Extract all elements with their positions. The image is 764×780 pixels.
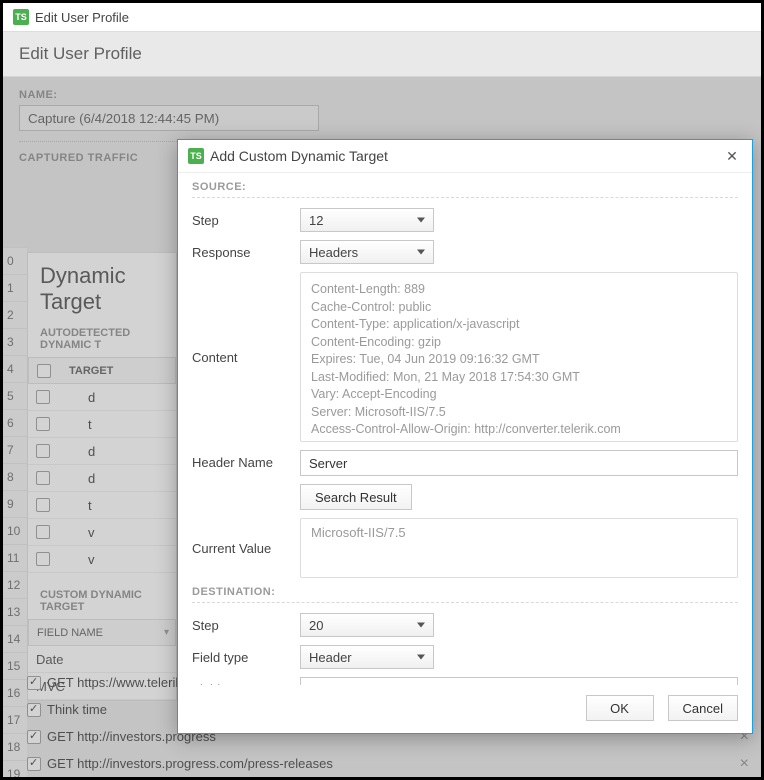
field-name-column-header[interactable]: FIELD NAME ▾ [29, 627, 175, 639]
step-num[interactable]: 10 [3, 517, 27, 544]
row-checkbox[interactable] [36, 444, 50, 458]
close-icon[interactable]: ✕ [722, 146, 742, 166]
header-name-label: Header Name [192, 450, 300, 474]
header-name-input[interactable] [300, 450, 738, 476]
filter-icon[interactable]: ▾ [164, 627, 169, 638]
traffic-row[interactable]: GET http://investors.progress.com/press-… [27, 750, 749, 777]
dialog-footer: OK Cancel [178, 685, 752, 733]
destination-section-label: DESTINATION: [192, 586, 738, 598]
source-section-label: SOURCE: [192, 181, 738, 193]
window-titlebar[interactable]: TS Edit User Profile [3, 3, 761, 32]
window-title: Edit User Profile [35, 10, 129, 25]
custom-dynamic-label: CUSTOM DYNAMIC TARGET [28, 583, 176, 619]
step-num[interactable]: 6 [3, 409, 27, 436]
step-num[interactable]: 18 [3, 733, 27, 760]
step-num[interactable]: 0 [3, 247, 27, 274]
step-num[interactable]: 5 [3, 382, 27, 409]
row-checkbox[interactable] [27, 730, 41, 744]
page-title: Edit User Profile [3, 32, 761, 77]
source-step-label: Step [192, 208, 300, 232]
row-checkbox[interactable] [36, 417, 50, 431]
row-checkbox[interactable] [36, 471, 50, 485]
autodetected-label: AUTODETECTED DYNAMIC T [28, 321, 176, 357]
add-custom-dynamic-target-dialog: TS Add Custom Dynamic Target ✕ SOURCE: S… [177, 139, 753, 734]
dest-step-select[interactable]: 20 [300, 613, 434, 637]
field-name-input[interactable] [300, 677, 738, 685]
ok-button[interactable]: OK [586, 695, 654, 721]
step-num[interactable]: 19 [3, 760, 27, 777]
step-number-column: 0 1 2 3 4 5 6 7 8 9 10 11 12 13 14 15 16… [3, 247, 27, 777]
step-num[interactable]: 2 [3, 301, 27, 328]
select-all-checkbox[interactable] [37, 364, 51, 378]
field-name-label: Field name [192, 677, 300, 685]
response-label: Response [192, 240, 300, 264]
step-num[interactable]: 1 [3, 274, 27, 301]
content-label: Content [192, 345, 300, 369]
step-num[interactable]: 15 [3, 652, 27, 679]
delete-icon[interactable]: × [740, 755, 749, 773]
step-num[interactable]: 3 [3, 328, 27, 355]
dynamic-targets-panel: Dynamic Target AUTODETECTED DYNAMIC T TA… [27, 252, 177, 701]
content-textbox[interactable]: Content-Length: 889 Cache-Control: publi… [300, 272, 738, 442]
name-label: NAME: [19, 89, 745, 101]
response-select[interactable]: Headers [300, 240, 434, 264]
step-num[interactable]: 12 [3, 571, 27, 598]
autodetected-row[interactable]: v [28, 519, 176, 546]
dest-step-label: Step [192, 613, 300, 637]
row-checkbox[interactable] [36, 552, 50, 566]
current-value-box: Microsoft-IIS/7.5 [300, 518, 738, 578]
autodetected-row[interactable]: v [28, 546, 176, 573]
row-checkbox[interactable] [27, 757, 41, 771]
custom-grid-header: FIELD NAME ▾ [28, 619, 176, 646]
profile-name-input[interactable] [19, 105, 319, 131]
step-num[interactable]: 4 [3, 355, 27, 382]
row-checkbox[interactable] [27, 676, 41, 690]
step-num[interactable]: 11 [3, 544, 27, 571]
row-checkbox[interactable] [27, 703, 41, 717]
step-num[interactable]: 14 [3, 625, 27, 652]
field-type-select[interactable]: Header [300, 645, 434, 669]
dynamic-targets-title: Dynamic Target [28, 257, 176, 321]
autodetected-row[interactable]: t [28, 411, 176, 438]
current-value-label: Current Value [192, 536, 300, 560]
app-logo-icon: TS [13, 9, 29, 25]
dialog-titlebar[interactable]: TS Add Custom Dynamic Target ✕ [178, 140, 752, 173]
step-num[interactable]: 16 [3, 679, 27, 706]
field-type-label: Field type [192, 645, 300, 669]
app-logo-icon: TS [188, 148, 204, 164]
autodetected-grid-header: TARGET [28, 357, 176, 384]
target-column-header[interactable]: TARGET [59, 365, 113, 377]
step-num[interactable]: 8 [3, 463, 27, 490]
dialog-title: Add Custom Dynamic Target [210, 148, 722, 164]
step-num[interactable]: 9 [3, 490, 27, 517]
cancel-button[interactable]: Cancel [668, 695, 738, 721]
search-result-button[interactable]: Search Result [300, 484, 412, 510]
row-checkbox[interactable] [36, 390, 50, 404]
autodetected-row[interactable]: d [28, 384, 176, 411]
source-step-select[interactable]: 12 [300, 208, 434, 232]
step-num[interactable]: 7 [3, 436, 27, 463]
autodetected-row[interactable]: t [28, 492, 176, 519]
row-checkbox[interactable] [36, 525, 50, 539]
step-num[interactable]: 13 [3, 598, 27, 625]
autodetected-row[interactable]: d [28, 465, 176, 492]
autodetected-row[interactable]: d [28, 438, 176, 465]
step-num[interactable]: 17 [3, 706, 27, 733]
row-checkbox[interactable] [36, 498, 50, 512]
